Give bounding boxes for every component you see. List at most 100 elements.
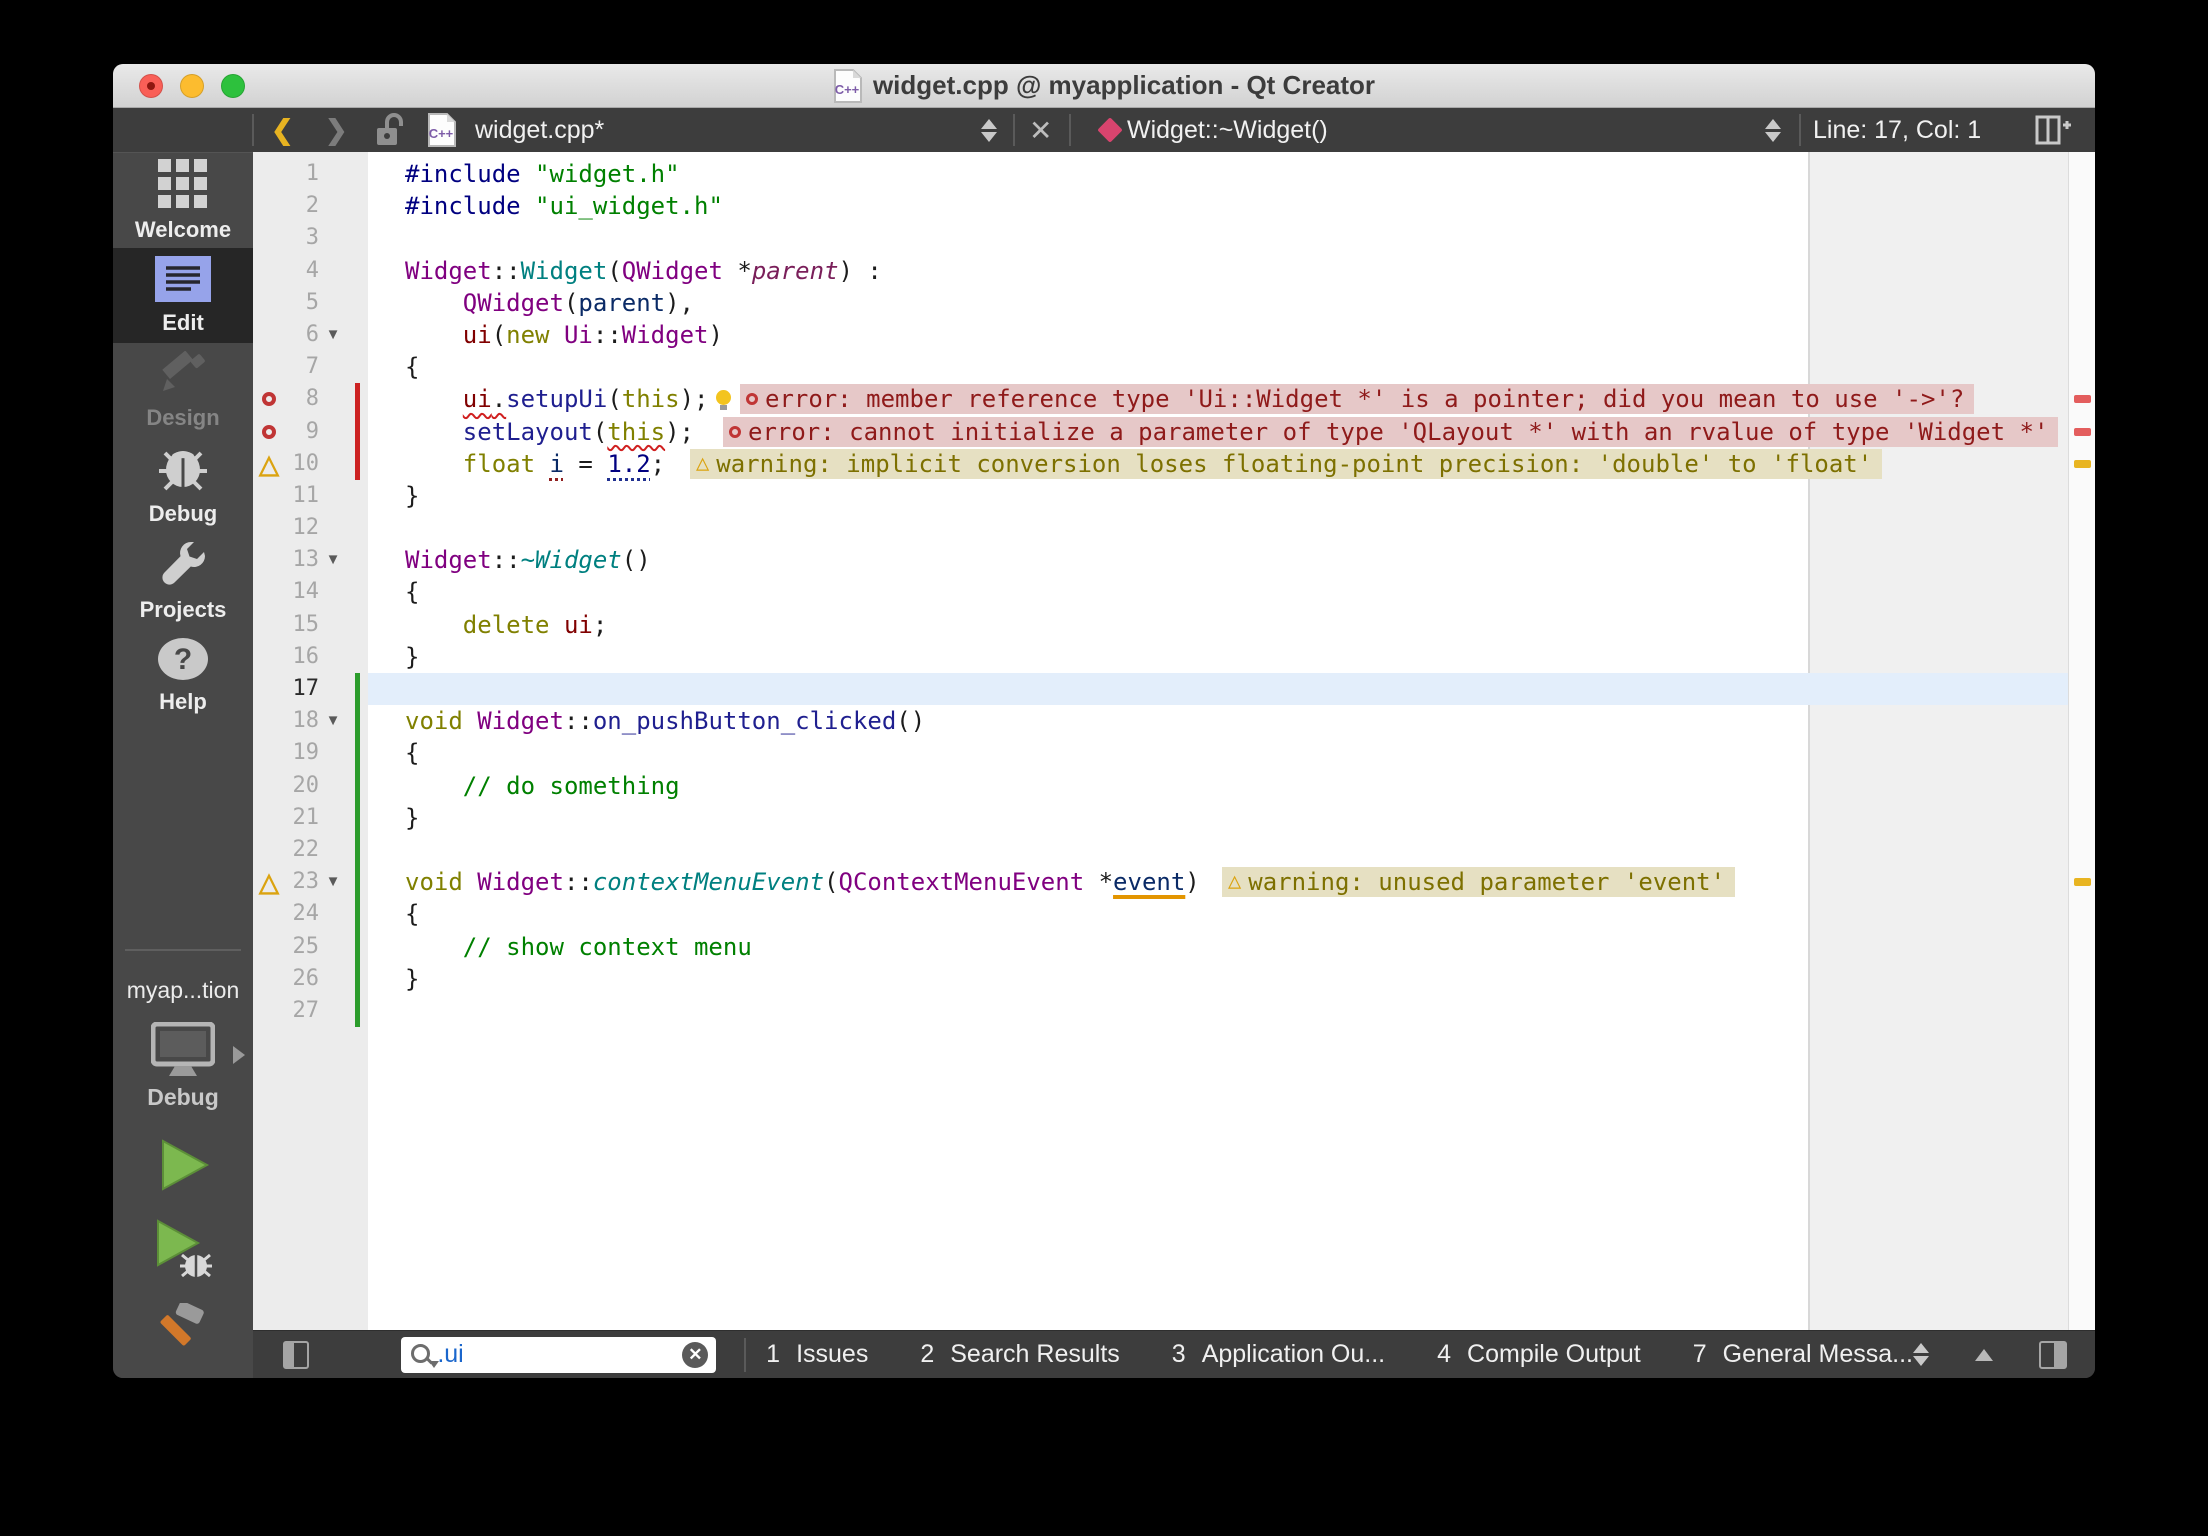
fold-marker-slot: [319, 416, 347, 448]
change-bar: [347, 641, 368, 673]
code-text[interactable]: {: [368, 351, 2068, 383]
updown-arrows-icon: [1913, 1343, 1929, 1366]
warning-gutter-icon[interactable]: △: [253, 866, 285, 898]
open-document-selector[interactable]: widget.cpp*: [475, 108, 604, 152]
close-document-button[interactable]: ✕: [1029, 108, 1052, 152]
code-editor[interactable]: 1 #include "widget.h" 2 #include "ui_widget…: [253, 152, 2095, 1330]
sidebar-mode-edit[interactable]: Edit: [113, 248, 253, 343]
quickfix-lightbulb-icon[interactable]: [716, 390, 732, 411]
code-token: }: [405, 803, 420, 832]
zoom-button[interactable]: [221, 74, 245, 98]
updown-arrows-icon: [981, 118, 997, 142]
document-dropdown-button[interactable]: [981, 108, 997, 152]
output-pane-tab-search-results[interactable]: 2 Search Results: [920, 1340, 1119, 1369]
line-number: 14: [292, 579, 320, 605]
code-text[interactable]: void Widget::contextMenuEvent(QContextMe…: [368, 866, 2068, 898]
code-text[interactable]: #include "widget.h": [368, 158, 2068, 190]
code-text[interactable]: Widget::~Widget(): [368, 544, 2068, 576]
line-number: 1: [305, 161, 319, 186]
locator-searchbox: ✕: [401, 1336, 717, 1373]
code-text[interactable]: }: [368, 641, 2068, 673]
warning-scroll-marker[interactable]: [2074, 878, 2091, 887]
right-sidebar-toggle-button[interactable]: [2039, 1340, 2067, 1369]
forward-button[interactable]: ❯: [325, 108, 348, 152]
code-token: =: [563, 449, 608, 478]
output-pane-tab-application-ou[interactable]: 3 Application Ou...: [1172, 1340, 1385, 1369]
code-text[interactable]: {: [368, 576, 2068, 608]
left-sidebar-toggle-button[interactable]: [283, 1340, 310, 1369]
code-text[interactable]: [368, 512, 2068, 544]
line-number: 16: [292, 643, 320, 669]
error-gutter-icon[interactable]: [253, 416, 285, 448]
file-lock-button[interactable]: [375, 108, 409, 152]
symbol-selector[interactable]: Widget::~Widget(): [1127, 108, 1328, 152]
split-editor-icon: [2035, 115, 2071, 145]
output-pane-dropdown-button[interactable]: [1913, 1343, 1929, 1366]
split-editor-button[interactable]: [2035, 108, 2071, 152]
code-text[interactable]: setLayout(this); error: cannot initialize…: [368, 416, 2068, 448]
fold-marker[interactable]: ▼: [319, 319, 347, 351]
fold-marker-slot: [319, 641, 347, 673]
code-text[interactable]: }: [368, 963, 2068, 995]
error-scroll-marker[interactable]: [2074, 395, 2091, 404]
output-pane-tab-general-messa[interactable]: 7 General Messa...: [1693, 1340, 1913, 1369]
code-text[interactable]: [368, 834, 2068, 866]
clear-search-button[interactable]: ✕: [682, 1341, 709, 1368]
code-text[interactable]: [368, 995, 2068, 1027]
gutter-icon-slot: [253, 834, 285, 866]
code-text[interactable]: delete ui;: [368, 609, 2068, 641]
sidebar-mode-welcome[interactable]: Welcome: [113, 153, 253, 248]
code-text[interactable]: ui.setupUi(this); error: member reference…: [368, 383, 2068, 415]
minimize-button[interactable]: [180, 74, 204, 98]
fold-marker[interactable]: ▼: [319, 705, 347, 737]
warning-scroll-marker[interactable]: [2074, 459, 2091, 468]
fold-marker[interactable]: ▼: [319, 544, 347, 576]
code-text[interactable]: Widget::Widget(QWidget *parent) :: [368, 255, 2068, 287]
qt-creator-window: C++ widget.cpp @ myapplication - Qt Crea…: [113, 64, 2095, 1378]
code-text[interactable]: {: [368, 898, 2068, 930]
warning-gutter-icon[interactable]: △: [253, 448, 285, 480]
gutter-icon-slot: [253, 673, 285, 705]
current-line[interactable]: [368, 673, 2068, 706]
code-token: ~Widget: [520, 546, 622, 575]
change-bar: [347, 447, 368, 480]
code-token: ::: [491, 546, 521, 575]
code-text[interactable]: ui(new Ui::Widget): [368, 319, 2068, 351]
back-button[interactable]: ❮: [271, 108, 294, 152]
sidebar-mode-projects[interactable]: Projects: [113, 533, 253, 628]
code-text[interactable]: [368, 222, 2068, 254]
output-pane-tab-compile-output[interactable]: 4 Compile Output: [1437, 1340, 1641, 1369]
code-text[interactable]: // show context menu: [368, 931, 2068, 963]
code-text[interactable]: {: [368, 737, 2068, 769]
maximize-output-pane-button[interactable]: [1975, 1348, 1993, 1361]
output-pane-tab-issues[interactable]: 1 Issues: [766, 1340, 868, 1369]
error-gutter-icon[interactable]: [253, 383, 285, 415]
change-bar: [347, 576, 368, 608]
code-text[interactable]: }: [368, 802, 2068, 834]
kit-selector-button[interactable]: Debug: [147, 1022, 245, 1111]
debug-run-button[interactable]: [152, 1219, 214, 1277]
error-scroll-marker[interactable]: [2074, 427, 2091, 436]
locator-input[interactable]: [435, 1339, 683, 1370]
sidebar-mode-debug[interactable]: Debug: [113, 438, 253, 533]
code-line: 26}: [253, 962, 2068, 995]
run-button[interactable]: [155, 1137, 211, 1193]
change-bar: [347, 255, 368, 287]
code-text[interactable]: // do something: [368, 770, 2068, 802]
code-text[interactable]: void Widget::on_pushButton_clicked(): [368, 705, 2068, 737]
code-text[interactable]: #include "ui_widget.h": [368, 190, 2068, 222]
close-button[interactable]: [139, 74, 163, 98]
symbol-dropdown-button[interactable]: [1765, 108, 1781, 152]
code-line: 3: [253, 222, 2068, 254]
code-line: 9 setLayout(this); error: cannot initiali…: [253, 415, 2068, 448]
build-button[interactable]: [155, 1303, 211, 1357]
close-icon: ✕: [1029, 114, 1053, 146]
sidebar-mode-help[interactable]: ? Help: [113, 628, 253, 723]
code-text[interactable]: }: [368, 480, 2068, 512]
code-text[interactable]: QWidget(parent),: [368, 287, 2068, 319]
fold-marker[interactable]: ▼: [319, 866, 347, 898]
code-text[interactable]: float i = 1.2; △ warning: implicit convers…: [368, 448, 2068, 480]
